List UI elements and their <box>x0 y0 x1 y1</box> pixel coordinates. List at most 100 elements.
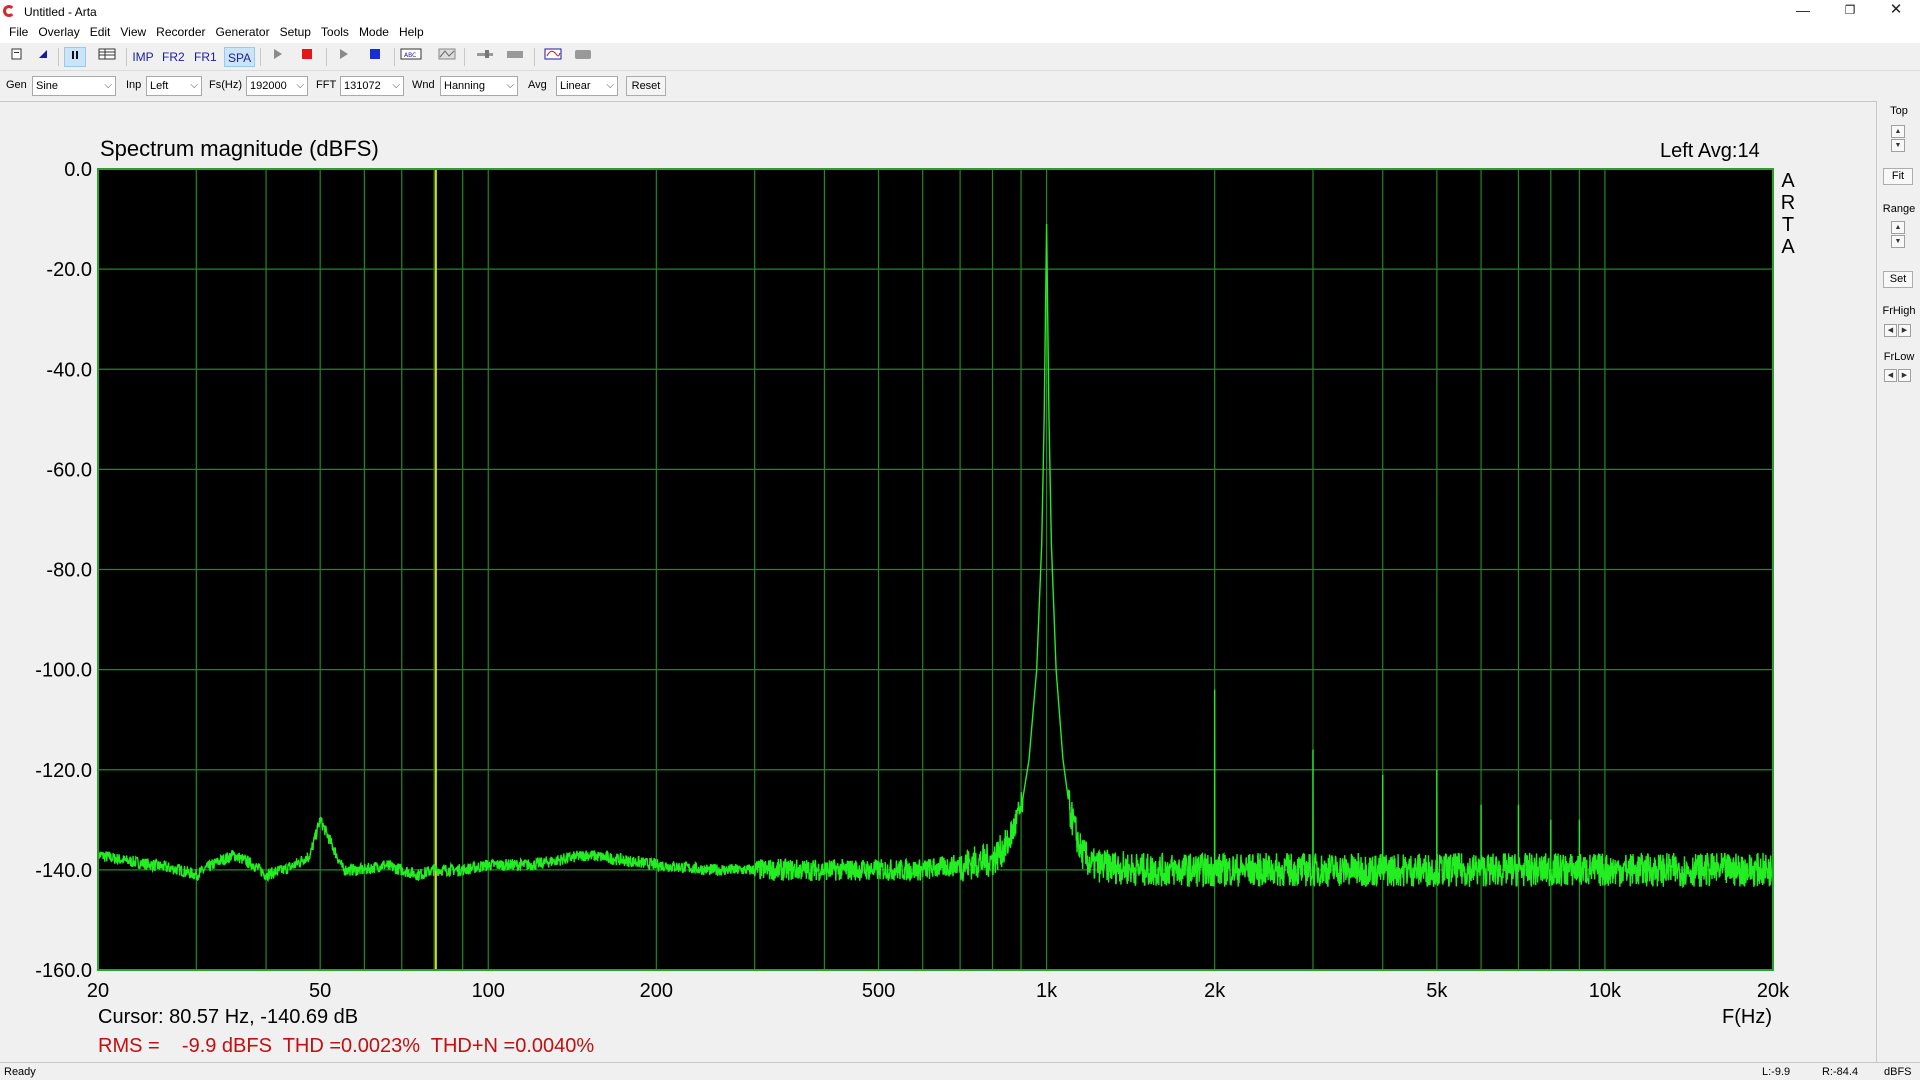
avg-label: Avg <box>528 79 547 91</box>
fft-label: FFT <box>316 79 337 91</box>
spreadsheet-icon[interactable] <box>96 47 118 67</box>
toolbar-separator <box>260 48 261 66</box>
maximize-button[interactable]: ❐ <box>1827 0 1873 22</box>
sample-rate-value: 192000 <box>250 80 287 92</box>
play-icon[interactable] <box>266 47 288 67</box>
frlow-right-button[interactable]: ▶ <box>1898 369 1911 382</box>
title-bar: Untitled - Arta — ❐ ✕ <box>0 0 1920 22</box>
input-value: Left <box>150 80 169 92</box>
side-letter: T <box>1781 214 1795 236</box>
menu-view[interactable]: View <box>115 22 151 43</box>
fft-size-value: 131072 <box>344 80 381 92</box>
set-button[interactable]: Set <box>1883 271 1913 288</box>
sample-rate-select[interactable]: 192000 ⌵ <box>246 76 308 96</box>
generator-select[interactable]: Sine ⌵ <box>32 76 116 96</box>
menu-mode[interactable]: Mode <box>354 22 394 43</box>
fft-size-select[interactable]: 131072 ⌵ <box>340 76 404 96</box>
unit-readout: dBFS <box>1884 1066 1912 1078</box>
x-tick-label: 20 <box>87 980 109 1002</box>
left-level-readout: L:-9.9 <box>1762 1066 1791 1078</box>
menu-overlay[interactable]: Overlay <box>33 22 84 43</box>
menu-recorder[interactable]: Recorder <box>151 22 210 43</box>
range-up-button[interactable]: ▲ <box>1891 221 1905 234</box>
input-select[interactable]: Left ⌵ <box>146 76 202 96</box>
right-level-readout: R:-84.4 <box>1822 1066 1859 1078</box>
x-tick-label: 2k <box>1204 980 1226 1002</box>
minimize-button[interactable]: — <box>1780 0 1826 22</box>
side-letter: R <box>1780 192 1796 214</box>
close-button[interactable]: ✕ <box>1873 0 1919 22</box>
spa-mode-button[interactable]: SPA <box>224 47 256 67</box>
x-tick-label: 5k <box>1426 980 1448 1002</box>
toolbar-separator <box>326 48 327 66</box>
x-tick-label: 1k <box>1036 980 1058 1002</box>
toolbar-separator <box>394 48 395 66</box>
y-tick-label: -140.0 <box>35 860 92 882</box>
menu-generator[interactable]: Generator <box>211 22 275 43</box>
pause-icon[interactable] <box>64 47 86 67</box>
open-icon[interactable] <box>32 47 54 67</box>
averaging-select[interactable]: Linear ⌵ <box>556 76 618 96</box>
menu-bar: File Overlay Edit View Recorder Generato… <box>0 22 1920 43</box>
top-up-button[interactable]: ▲ <box>1891 125 1905 138</box>
right-control-panel: Top ▲ ▼ Fit Range ▲ ▼ Set FrHigh ◀ ▶ FrL… <box>1876 101 1920 1062</box>
y-tick-label: -60.0 <box>46 459 92 481</box>
chevron-down-icon: ⌵ <box>190 80 198 91</box>
chevron-down-icon: ⌵ <box>296 80 304 91</box>
wnd-label: Wnd <box>412 79 435 91</box>
chevron-down-icon: ⌵ <box>606 80 614 91</box>
control-bar: Gen Sine ⌵ Inp Left ⌵ Fs(Hz) 192000 ⌵ FFT 1… <box>0 74 1920 98</box>
slider-icon[interactable] <box>474 47 496 67</box>
x-tick-label: 10k <box>1589 980 1622 1002</box>
monitor-icon[interactable] <box>542 47 564 67</box>
x-tick-label: 20k <box>1757 980 1790 1002</box>
text-format-icon[interactable]: ABC <box>400 47 422 67</box>
rms-thd-readout: RMS = -9.9 dBFS THD =0.0023% THD+N =0.00… <box>98 1035 595 1057</box>
stop-alt-icon[interactable] <box>364 47 386 67</box>
y-tick-label: -80.0 <box>46 560 92 582</box>
bar-icon[interactable] <box>504 47 526 67</box>
stop-icon[interactable] <box>296 47 318 67</box>
y-tick-label: -160.0 <box>35 960 92 982</box>
fr2-mode-button[interactable]: FR2 <box>162 47 185 67</box>
generator-value: Sine <box>36 80 59 92</box>
frhigh-right-button[interactable]: ▶ <box>1898 324 1911 337</box>
toolbar-separator <box>464 48 465 66</box>
menu-edit[interactable]: Edit <box>85 22 116 43</box>
range-down-button[interactable]: ▼ <box>1891 235 1905 248</box>
spectrum-plot[interactable]: 0.0 -20.0 -40.0 -60.0 -80.0 -100.0 -120.0 -140.… <box>0 102 1876 1063</box>
gray-icon[interactable] <box>572 47 594 67</box>
reset-button[interactable]: Reset <box>626 76 666 96</box>
side-letter: A <box>1781 236 1795 258</box>
imp-mode-button[interactable]: IMP <box>132 47 154 67</box>
chevron-down-icon: ⌵ <box>104 80 112 91</box>
chevron-down-icon: ⌵ <box>392 80 400 91</box>
menu-help[interactable]: Help <box>394 22 429 43</box>
arta-side-label: A R T A <box>1778 170 1798 258</box>
window-select[interactable]: Hanning ⌵ <box>440 76 518 96</box>
frhigh-label: FrHigh <box>1882 305 1916 317</box>
top-down-button[interactable]: ▼ <box>1891 139 1905 152</box>
range-label: Range <box>1882 203 1916 215</box>
fs-label: Fs(Hz) <box>209 79 242 91</box>
play-alt-icon[interactable] <box>332 47 354 67</box>
y-tick-label: -120.0 <box>35 760 92 782</box>
window-value: Hanning <box>444 80 485 92</box>
fr1-mode-button[interactable]: FR1 <box>194 47 217 67</box>
arta-app-icon <box>3 5 15 17</box>
scope-icon[interactable] <box>436 47 458 67</box>
frlow-left-button[interactable]: ◀ <box>1884 369 1897 382</box>
frhigh-left-button[interactable]: ◀ <box>1884 324 1897 337</box>
y-tick-label: -40.0 <box>46 359 92 381</box>
toolbar-separator <box>126 48 127 66</box>
new-file-icon[interactable] <box>6 47 28 67</box>
toolbar-separator <box>534 48 535 66</box>
menu-file[interactable]: File <box>4 22 33 43</box>
status-bar: Ready L:-9.9 R:-84.4 dBFS <box>0 1062 1920 1080</box>
fit-button[interactable]: Fit <box>1883 168 1913 185</box>
menu-setup[interactable]: Setup <box>275 22 316 43</box>
chevron-down-icon: ⌵ <box>506 80 514 91</box>
x-axis-label: F(Hz) <box>1722 1006 1772 1028</box>
menu-tools[interactable]: Tools <box>316 22 354 43</box>
frlow-label: FrLow <box>1883 351 1915 363</box>
